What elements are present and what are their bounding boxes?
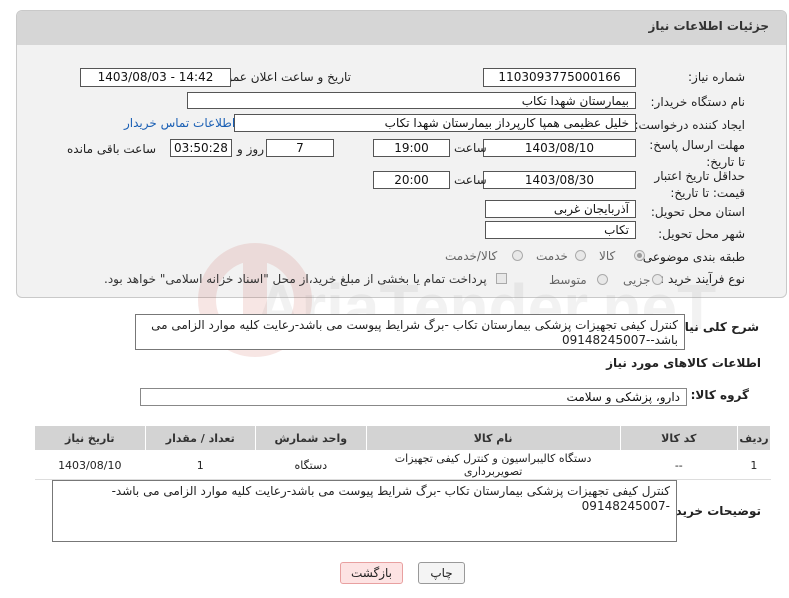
- category-option-goods: کالا: [599, 249, 616, 263]
- col-row-number: ردیف: [736, 425, 772, 451]
- treasury-note: پرداخت تمام یا بخشی از مبلغ خرید،از محل …: [104, 272, 487, 286]
- buyer-label: نام دستگاه خریدار:: [650, 95, 746, 109]
- city-label: شهر محل تحویل:: [658, 227, 745, 241]
- table-row: 1 -- دستگاه کالیبراسیون و کنترل کیفی تجه…: [34, 450, 771, 480]
- cell-need-date: 1403/08/10: [34, 450, 146, 480]
- process-option-medium: متوسط: [549, 273, 587, 287]
- cell-quantity: 1: [145, 450, 256, 480]
- validity-time-label: ساعت: [454, 173, 487, 187]
- announce-field: 1403/08/03 - 14:42: [80, 68, 231, 87]
- description-textarea[interactable]: کنترل کیفی تجهیزات پزشکی بیمارستان تکاب …: [135, 314, 685, 350]
- category-radio-goods[interactable]: [634, 250, 645, 261]
- deadline-date-field: 1403/08/10: [483, 139, 636, 157]
- category-option-service: خدمت: [536, 249, 568, 263]
- cell-unit: دستگاه: [255, 450, 367, 480]
- creator-label: ایجاد کننده درخواست:: [634, 118, 745, 132]
- city-field: تکاب: [485, 221, 636, 239]
- goods-section-title: اطلاعات کالاهای مورد نیاز: [606, 356, 761, 370]
- col-quantity: تعداد / مقدار: [144, 425, 257, 451]
- cell-item-code: --: [620, 450, 738, 480]
- deadline-time-label: ساعت: [454, 141, 487, 155]
- category-label: طبقه بندی موضوعی:: [638, 250, 745, 264]
- buyer-notes-textarea[interactable]: کنترل کیفی تجهیزات پزشکی بیمارستان تکاب …: [52, 480, 677, 542]
- process-radio-medium[interactable]: [597, 274, 608, 285]
- category-radio-service[interactable]: [575, 250, 586, 261]
- province-field: آذربایجان غربی: [485, 200, 636, 218]
- cell-item-name: دستگاه کالیبراسیون و کنترل کیفی تجهیزات …: [366, 450, 621, 480]
- days-field: 7: [266, 139, 334, 157]
- print-button[interactable]: چاپ: [418, 562, 465, 584]
- buyer-field: بیمارستان شهدا تکاب: [187, 92, 636, 109]
- goods-table: ردیف کد کالا نام کالا واحد شمارش تعداد /…: [34, 425, 772, 480]
- back-button[interactable]: بازگشت: [340, 562, 403, 584]
- goods-group-label: گروه کالا:: [690, 388, 749, 402]
- days-label: روز و: [237, 142, 264, 156]
- contact-info-link[interactable]: اطلاعات تماس خریدار: [124, 116, 235, 130]
- need-number-field: 1103093775000166: [483, 68, 636, 87]
- page-title: جزئیات اطلاعات نیاز: [648, 19, 769, 33]
- validity-label: حداقل تاریخ اعتبار قیمت: تا تاریخ:: [654, 169, 745, 200]
- deadline-label: مهلت ارسال پاسخ: تا تاریخ:: [649, 138, 745, 169]
- treasury-checkbox[interactable]: [496, 273, 507, 284]
- validity-date-field: 1403/08/30: [483, 171, 636, 189]
- category-radio-both[interactable]: [512, 250, 523, 261]
- col-unit: واحد شمارش: [255, 425, 367, 451]
- goods-group-field: دارو، پزشکی و سلامت: [140, 388, 687, 406]
- process-label: نوع فرآیند خرید :: [660, 272, 745, 286]
- cell-row-number: 1: [737, 450, 771, 480]
- description-label: شرح کلی نیاز:: [673, 320, 759, 334]
- remaining-time-field: 03:50:28: [170, 139, 232, 157]
- col-need-date: تاریخ نیاز: [34, 425, 146, 451]
- process-option-minor: جزیی: [623, 273, 651, 287]
- province-label: استان محل تحویل:: [650, 205, 745, 219]
- goods-table-header: ردیف کد کالا نام کالا واحد شمارش تعداد /…: [34, 425, 772, 451]
- validity-time-field: 20:00: [373, 171, 450, 189]
- remaining-label: ساعت باقی مانده: [67, 142, 157, 156]
- col-item-code: کد کالا: [619, 425, 738, 451]
- category-option-both: کالا/خدمت: [445, 249, 498, 263]
- deadline-time-field: 19:00: [373, 139, 450, 157]
- process-radio-minor[interactable]: [652, 274, 663, 285]
- need-number-label: شماره نیاز:: [688, 70, 745, 84]
- creator-field: خلیل عظیمی همپا کارپرداز بیمارستان شهدا …: [234, 114, 636, 132]
- col-item-name: نام کالا: [365, 425, 621, 451]
